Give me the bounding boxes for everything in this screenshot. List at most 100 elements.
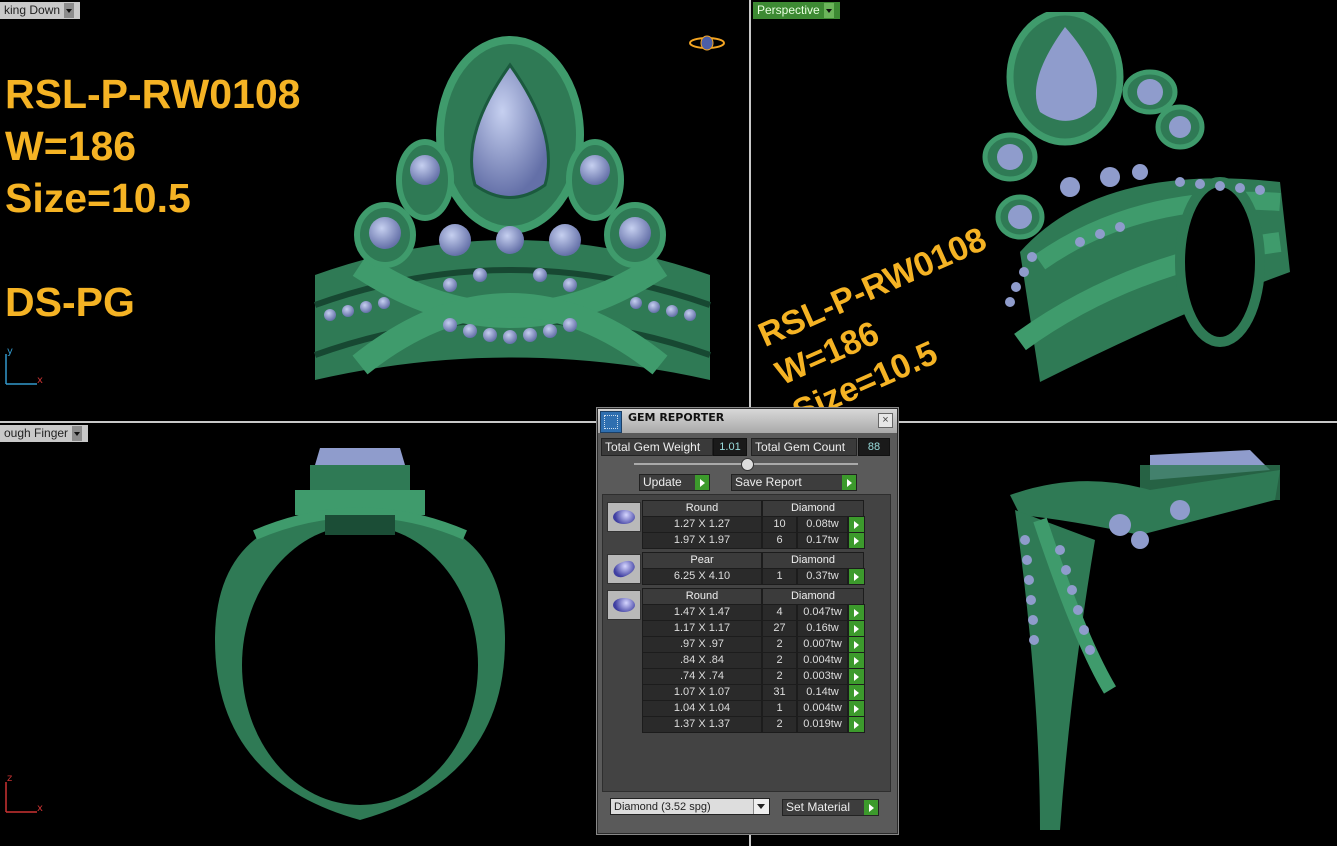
gem-weight: 0.08tw: [797, 516, 848, 533]
set-material-button-label: Set Material: [786, 800, 851, 814]
axis-label-y: y: [7, 346, 13, 357]
set-material-button[interactable]: Set Material: [782, 799, 879, 816]
report-slider-handle[interactable]: [741, 458, 754, 471]
gem-size: 1.97 X 1.97: [642, 532, 762, 549]
gem-count: 6: [762, 532, 797, 549]
gem-material: Diamond: [762, 552, 864, 569]
select-gems-button[interactable]: [848, 604, 865, 621]
select-gems-button[interactable]: [848, 684, 865, 701]
viewport-label-perspective[interactable]: Perspective: [753, 2, 840, 19]
view-gizmo-icon[interactable]: [688, 33, 726, 53]
axis-label-x: x: [37, 375, 43, 386]
gem-material: Diamond: [762, 500, 864, 517]
gem-weight: 0.047tw: [797, 604, 848, 621]
gem-size: 1.04 X 1.04: [642, 700, 762, 717]
viewport-label-perspective-text: Perspective: [757, 3, 820, 17]
annotation-line: Size=10.5: [5, 175, 191, 221]
total-gem-count-value: 88: [858, 438, 890, 456]
gem-size: 1.47 X 1.47: [642, 604, 762, 621]
gem-count: 2: [762, 716, 797, 733]
gem-size: .97 X .97: [642, 636, 762, 653]
viewport-label-top[interactable]: king Down: [0, 2, 81, 19]
gem-weight: 0.16tw: [797, 620, 848, 637]
close-button[interactable]: ×: [878, 413, 893, 428]
gem-size: .74 X .74: [642, 668, 762, 685]
gem-reporter-titlebar[interactable]: GEM REPORTER ×: [598, 409, 897, 433]
chevron-down-icon[interactable]: [823, 3, 834, 18]
select-gems-button[interactable]: [848, 716, 865, 733]
ring-perspective-view: [982, 12, 1290, 382]
gem-count: 10: [762, 516, 797, 533]
select-gems-button[interactable]: [848, 532, 865, 549]
gem-shape: Round: [642, 500, 762, 517]
gem-count: 1: [762, 568, 797, 585]
play-icon: [695, 475, 709, 490]
gem-count: 4: [762, 604, 797, 621]
play-icon: [864, 800, 878, 815]
gem-count: 27: [762, 620, 797, 637]
select-gems-button[interactable]: [848, 668, 865, 685]
gem-size: 1.07 X 1.07: [642, 684, 762, 701]
total-gem-count: Total Gem Count 88: [751, 438, 893, 456]
axis-label-x: x: [37, 803, 43, 814]
gem-size: 6.25 X 4.10: [642, 568, 762, 585]
select-gems-button[interactable]: [848, 516, 865, 533]
annotation-line: W=186: [5, 123, 137, 169]
gem-count: 1: [762, 700, 797, 717]
ring-side-view: [1010, 450, 1280, 830]
select-gems-button[interactable]: [848, 700, 865, 717]
gem-material: Diamond: [762, 588, 864, 605]
top-view-annotation: RSL-P-RW0108 W=186 Size=10.5 DS-PG: [5, 68, 300, 328]
chevron-down-icon[interactable]: [753, 799, 769, 814]
total-gem-weight-value: 1.01: [713, 438, 747, 456]
round-gem-icon: [607, 502, 641, 532]
gem-weight: 0.17tw: [797, 532, 848, 549]
gem-weight: 0.14tw: [797, 684, 848, 701]
gem-weight: 0.003tw: [797, 668, 848, 685]
gem-count: 31: [762, 684, 797, 701]
select-gems-button[interactable]: [848, 636, 865, 653]
gem-size: 1.17 X 1.17: [642, 620, 762, 637]
pear-gem-icon: [607, 554, 641, 584]
chevron-down-icon[interactable]: [64, 3, 75, 18]
gem-count: 2: [762, 652, 797, 669]
play-icon: [842, 475, 856, 490]
viewport-label-through-finger[interactable]: ough Finger: [0, 425, 89, 442]
chevron-down-icon[interactable]: [72, 426, 83, 441]
select-gems-button[interactable]: [848, 652, 865, 669]
gem-reporter-app-icon: [600, 411, 622, 433]
gem-size: 1.37 X 1.37: [642, 716, 762, 733]
ring-front-view: [313, 36, 711, 380]
annotation-line: [5, 224, 300, 276]
annotation-line: RSL-P-RW0108: [5, 71, 301, 117]
gem-weight: 0.004tw: [797, 700, 848, 717]
ring-finger-view: [215, 448, 505, 820]
material-select[interactable]: Diamond (3.52 spg): [610, 798, 770, 815]
axis-label-z: z: [7, 773, 13, 784]
gem-count: 2: [762, 636, 797, 653]
gem-weight: 0.004tw: [797, 652, 848, 669]
gem-count: 2: [762, 668, 797, 685]
viewport-label-top-text: king Down: [4, 3, 61, 17]
gem-weight: 0.37tw: [797, 568, 848, 585]
total-gem-weight: Total Gem Weight 1.01: [601, 438, 749, 456]
viewport-label-through-finger-text: ough Finger: [4, 426, 69, 440]
material-select-value: Diamond (3.52 spg): [614, 801, 711, 813]
save-report-button-label: Save Report: [735, 475, 802, 489]
gem-weight: 0.007tw: [797, 636, 848, 653]
save-report-button[interactable]: Save Report: [731, 474, 857, 491]
total-gem-count-label: Total Gem Count: [751, 438, 857, 456]
gem-shape: Pear: [642, 552, 762, 569]
select-gems-button[interactable]: [848, 568, 865, 585]
gem-shape: Round: [642, 588, 762, 605]
annotation-line: DS-PG: [5, 279, 135, 325]
gem-reporter-title: GEM REPORTER: [628, 411, 725, 424]
select-gems-button[interactable]: [848, 620, 865, 637]
update-button[interactable]: Update: [639, 474, 710, 491]
gem-weight: 0.019tw: [797, 716, 848, 733]
gem-size: .84 X .84: [642, 652, 762, 669]
update-button-label: Update: [643, 475, 682, 489]
gem-size: 1.27 X 1.27: [642, 516, 762, 533]
round-gem-icon: [607, 590, 641, 620]
total-gem-weight-label: Total Gem Weight: [601, 438, 713, 456]
